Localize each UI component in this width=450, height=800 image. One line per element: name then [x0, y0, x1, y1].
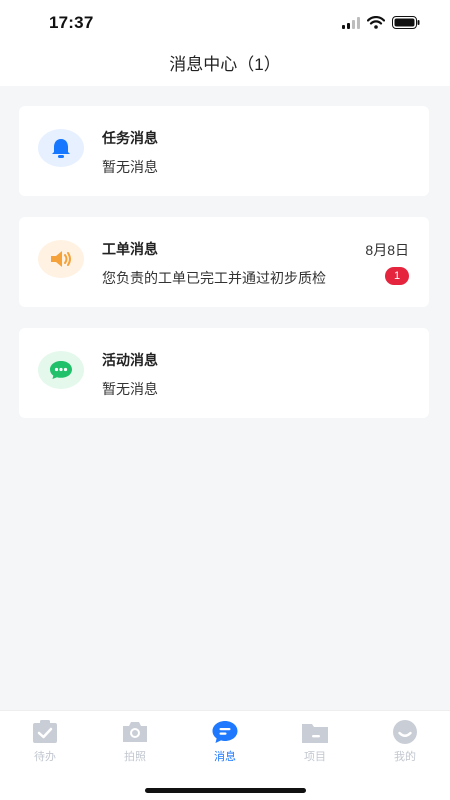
tab-todo[interactable]: 待办	[0, 719, 90, 764]
message-preview: 暂无消息	[102, 381, 158, 397]
message-title: 工单消息	[102, 241, 158, 257]
bell-icon	[38, 129, 84, 167]
signal-icon	[342, 16, 360, 29]
tab-label: 拍照	[124, 751, 146, 763]
tab-messages[interactable]: 消息	[180, 719, 270, 764]
message-preview: 您负责的工单已完工并通过初步质检	[102, 270, 326, 286]
camera-icon	[123, 722, 147, 742]
tab-label: 待办	[34, 751, 56, 763]
clipboard-check-icon	[33, 720, 57, 743]
tab-label: 我的	[394, 751, 416, 763]
message-title: 任务消息	[102, 130, 158, 146]
message-card-activity[interactable]: 活动消息 暂无消息	[19, 328, 429, 418]
unread-badge: 1	[385, 267, 409, 285]
chat-icon	[38, 351, 84, 389]
home-indicator	[145, 788, 306, 793]
wifi-icon	[367, 16, 385, 29]
message-date: 8月8日	[365, 242, 409, 258]
tab-profile[interactable]: 我的	[360, 719, 450, 764]
tab-projects[interactable]: 项目	[270, 719, 360, 764]
speaker-icon	[38, 240, 84, 278]
nav-bar: 消息中心（1）	[0, 46, 450, 86]
status-time: 17:37	[49, 13, 94, 32]
message-icon	[212, 721, 238, 743]
battery-icon	[392, 16, 420, 29]
tab-label: 项目	[304, 751, 326, 763]
status-bar: 17:37	[0, 0, 450, 46]
message-preview: 暂无消息	[102, 159, 158, 175]
bottom-tab-bar: 待办 拍照 消息 项目 我的	[0, 710, 450, 800]
smiley-user-icon	[393, 720, 417, 744]
page-title: 消息中心（1）	[169, 55, 281, 74]
message-title: 活动消息	[102, 352, 158, 368]
message-card-task[interactable]: 任务消息 暂无消息	[19, 106, 429, 196]
status-icons	[342, 16, 420, 29]
folder-icon	[302, 724, 328, 743]
tab-photo[interactable]: 拍照	[90, 719, 180, 764]
message-card-work-order[interactable]: 工单消息 8月8日 您负责的工单已完工并通过初步质检 1	[19, 217, 429, 307]
tab-label: 消息	[214, 751, 236, 763]
